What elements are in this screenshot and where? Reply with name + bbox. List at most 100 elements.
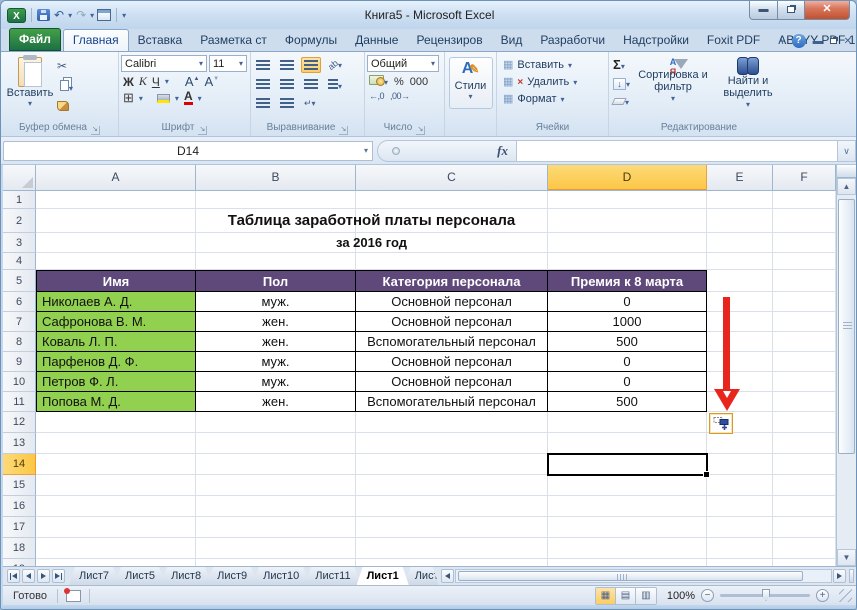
row-header-3[interactable]: 3 (3, 233, 36, 253)
chevron-down-icon[interactable]: ▾ (68, 11, 72, 20)
align-left-button[interactable] (253, 76, 273, 92)
cell-B6[interactable]: муж. (196, 292, 356, 312)
cell-E18[interactable] (707, 538, 773, 559)
sheet-tab-Лист1[interactable]: Лист1 (357, 567, 409, 585)
font-size-combo[interactable]: 11▾ (209, 55, 247, 72)
close-button[interactable]: ✕ (805, 1, 850, 20)
row-header-1[interactable]: 1 (3, 191, 36, 209)
first-sheet-icon[interactable] (7, 569, 20, 583)
shrink-font-button[interactable]: А▼ (204, 74, 219, 89)
column-header-D[interactable]: D (548, 165, 707, 190)
row-header-11[interactable]: 11 (3, 392, 36, 412)
cell-D16[interactable] (548, 496, 707, 517)
chevron-down-icon[interactable]: ▾ (90, 11, 94, 20)
cell-B19[interactable] (196, 559, 356, 566)
cell-B7[interactable]: жен. (196, 312, 356, 332)
underline-button[interactable]: Ч (152, 75, 160, 89)
cell-F18[interactable] (773, 538, 836, 559)
cell-C12[interactable] (356, 412, 548, 433)
cell-E13[interactable] (707, 433, 773, 454)
bold-button[interactable]: Ж (123, 75, 134, 89)
cell-C7[interactable]: Основной персонал (356, 312, 548, 332)
italic-button[interactable]: К (139, 74, 147, 89)
formula-input[interactable] (517, 140, 838, 162)
cell-F10[interactable] (773, 372, 836, 392)
cut-button[interactable]: ✂ (57, 59, 73, 73)
dialog-launcher-icon[interactable]: ↘ (416, 126, 425, 135)
active-cell-selection[interactable] (547, 453, 708, 476)
ribbon-tab-Главная[interactable]: Главная (63, 29, 129, 51)
cell-F5[interactable] (773, 270, 836, 292)
cell-D11[interactable]: 500 (548, 392, 707, 412)
column-header-B[interactable]: B (196, 165, 356, 190)
cell-D4[interactable] (548, 253, 707, 270)
cell-A14[interactable] (36, 454, 196, 475)
sheet-tab-Лист11[interactable]: Лист11 (305, 567, 360, 585)
minimize-button[interactable]: ▬ (749, 1, 778, 20)
dialog-launcher-icon[interactable]: ↘ (198, 126, 207, 135)
align-bottom-button[interactable] (301, 57, 321, 73)
cell-E4[interactable] (707, 253, 773, 270)
cell-A4[interactable] (36, 253, 196, 270)
cell-D9[interactable]: 0 (548, 352, 707, 372)
fill-button[interactable]: ↓▾ (613, 76, 630, 90)
cell-E2[interactable] (707, 209, 773, 233)
sort-filter-button[interactable]: АЯ Сортировка и фильтр▾ (636, 57, 710, 111)
cell-B16[interactable] (196, 496, 356, 517)
row-header-17[interactable]: 17 (3, 517, 36, 538)
delete-cells-button[interactable]: ▦×Удалить▾ (503, 76, 606, 88)
cell-D7[interactable]: 1000 (548, 312, 707, 332)
sheet-tab-Лист8[interactable]: Лист8 (161, 567, 211, 585)
accounting-format-button[interactable]: ▾ (369, 75, 388, 88)
ribbon-tab-Файл[interactable]: Файл (9, 28, 61, 51)
cell-E5[interactable] (707, 270, 773, 292)
cell-A19[interactable] (36, 559, 196, 566)
column-header-F[interactable]: F (773, 165, 836, 190)
column-header-E[interactable]: E (707, 165, 773, 190)
cell-D6[interactable]: 0 (548, 292, 707, 312)
sheet-tab-Лист[interactable]: Лист (405, 567, 439, 585)
cell-A13[interactable] (36, 433, 196, 454)
workbook-minimize-icon[interactable]: ▬ (813, 36, 823, 47)
scroll-down-icon[interactable]: ▼ (837, 549, 856, 566)
cell-F13[interactable] (773, 433, 836, 454)
cell-B11[interactable]: жен. (196, 392, 356, 412)
cell-B9[interactable]: муж. (196, 352, 356, 372)
column-header-C[interactable]: C (356, 165, 548, 190)
cell-C11[interactable]: Вспомогательный персонал (356, 392, 548, 412)
ribbon-tab-Вид[interactable]: Вид (492, 30, 532, 51)
workbook-restore-icon[interactable] (830, 36, 837, 47)
tab-split-handle[interactable] (849, 569, 854, 583)
cell-F4[interactable] (773, 253, 836, 270)
row-header-5[interactable]: 5 (3, 270, 36, 292)
comma-style-button[interactable]: 000 (410, 76, 428, 88)
cell-E16[interactable] (707, 496, 773, 517)
undo-icon[interactable]: ↶ (53, 7, 65, 23)
cell-B4[interactable] (196, 253, 356, 270)
borders-button[interactable]: ⊞ (123, 92, 134, 104)
cell-F16[interactable] (773, 496, 836, 517)
cell-B12[interactable] (196, 412, 356, 433)
cell-A9[interactable]: Парфенов Д. Ф. (36, 352, 196, 372)
autosum-button[interactable]: Σ▾ (613, 57, 630, 72)
row-header-7[interactable]: 7 (3, 312, 36, 332)
cell-E3[interactable] (707, 233, 773, 253)
insert-cells-button[interactable]: ▦Вставить▾ (503, 59, 606, 71)
sheet-tab-Лист5[interactable]: Лист5 (115, 567, 165, 585)
decrease-indent-button[interactable] (253, 95, 273, 111)
ribbon-tab-Формулы[interactable]: Формулы (276, 30, 346, 51)
last-sheet-icon[interactable] (52, 569, 65, 583)
formula-bar-expand-button[interactable]: ∨ (838, 140, 856, 162)
ribbon-tab-Рецензиров[interactable]: Рецензиров (407, 30, 491, 51)
cell-F15[interactable] (773, 475, 836, 496)
cell-F6[interactable] (773, 292, 836, 312)
macro-record-icon[interactable] (66, 590, 81, 602)
cell-C16[interactable] (356, 496, 548, 517)
cell-B1[interactable] (196, 191, 356, 209)
row-header-13[interactable]: 13 (3, 433, 36, 454)
namebox-splitter-handle[interactable] (392, 147, 400, 155)
cell-B13[interactable] (196, 433, 356, 454)
scrollbar-split-handle[interactable] (837, 165, 856, 178)
cell-F14[interactable] (773, 454, 836, 475)
cell-D17[interactable] (548, 517, 707, 538)
